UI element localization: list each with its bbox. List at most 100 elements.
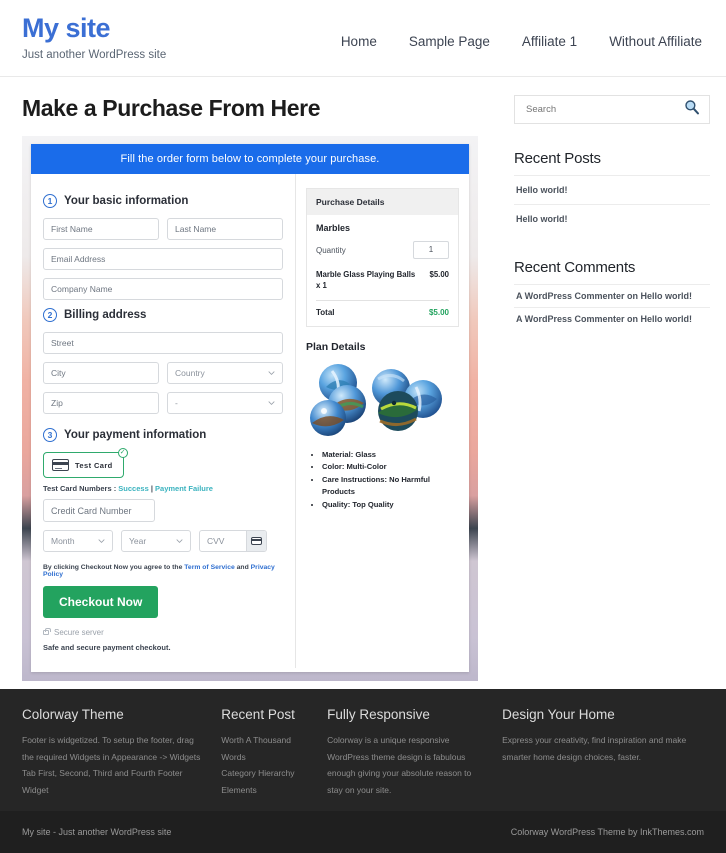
test-card-numbers-prefix: Test Card Numbers : <box>43 484 118 493</box>
checkout-now-button[interactable]: Checkout Now <box>43 586 158 618</box>
zip-input[interactable]: Zip <box>43 392 159 414</box>
step-1-label: Your basic information <box>64 195 188 207</box>
order-form-card: Fill the order form below to complete yo… <box>31 144 469 672</box>
credit-card-number-input[interactable]: Credit Card Number <box>43 499 155 522</box>
step-1-header: 1 Your basic information <box>43 194 283 208</box>
nav-item-affiliate-1[interactable]: Affiliate 1 <box>522 34 577 49</box>
nav-item-home[interactable]: Home <box>341 34 377 49</box>
order-form-body: 1 Your basic information First Name Last… <box>31 174 469 668</box>
chevron-down-icon <box>98 538 105 545</box>
street-input[interactable]: Street <box>43 332 283 354</box>
list-item[interactable]: A WordPress Commenter on Hello world! <box>514 284 710 307</box>
footer-widget-title: Colorway Theme <box>22 707 203 722</box>
order-summary: Purchase Details Marbles Quantity 1 Marb… <box>296 174 469 668</box>
sidebar: Recent Posts Hello world! Hello world! R… <box>500 77 726 356</box>
cvv-field[interactable]: CVV <box>199 530 267 552</box>
step-3-number: 3 <box>43 428 57 442</box>
footer-widgets: Colorway Theme Footer is widgetized. To … <box>0 689 726 811</box>
purchase-details-body: Marbles Quantity 1 Marble Glass Playing … <box>307 215 458 326</box>
expiry-year-value: Year <box>129 536 146 546</box>
cvv-help-button[interactable] <box>246 531 266 551</box>
order-form-fields: 1 Your basic information First Name Last… <box>31 174 296 668</box>
plan-bullet: Color: Multi-Color <box>322 461 459 473</box>
last-name-input[interactable]: Last Name <box>167 218 283 240</box>
list-item[interactable]: A WordPress Commenter on Hello world! <box>514 307 710 330</box>
test-card-failure-link[interactable]: Payment Failure <box>155 484 213 493</box>
quantity-input[interactable]: 1 <box>413 241 449 259</box>
lock-icon <box>43 630 49 635</box>
footer-widget-fully-responsive: Fully Responsive Colorway is a unique re… <box>327 707 502 797</box>
credit-card-icon <box>52 459 69 471</box>
secure-server-label: Secure server <box>54 628 104 637</box>
line-item-price: $5.00 <box>429 269 449 292</box>
plan-bullet: Care Instructions: No Harmful Products <box>322 474 459 498</box>
recent-comments-title: Recent Comments <box>514 259 710 276</box>
list-item[interactable]: Hello world! <box>514 175 710 204</box>
line-item-row: Marble Glass Playing Balls x 1 $5.00 <box>316 269 449 292</box>
state-select[interactable]: - <box>167 392 283 414</box>
footer-widget-text: Colorway is a unique responsive WordPres… <box>327 732 484 798</box>
footer-widget-title: Design Your Home <box>502 707 704 722</box>
test-card-numbers-note: Test Card Numbers : Success | Payment Fa… <box>43 484 283 493</box>
total-amount: $5.00 <box>429 308 449 317</box>
first-name-input[interactable]: First Name <box>43 218 159 240</box>
credit-card-icon <box>251 537 262 545</box>
chevron-down-icon <box>268 400 275 407</box>
chevron-down-icon <box>268 370 275 377</box>
list-item[interactable]: Category Hierarchy <box>221 765 309 782</box>
summary-divider <box>316 300 449 301</box>
step-2-label: Billing address <box>64 309 146 321</box>
test-card-tab-label: Test Card <box>75 461 113 470</box>
secure-server-note: Secure server <box>43 628 283 637</box>
city-country-row: City Country <box>43 362 283 392</box>
payment-method-tabs: Test Card ✓ <box>43 452 283 478</box>
footer-bar: My site - Just another WordPress site Co… <box>0 811 726 853</box>
site-title[interactable]: My site <box>22 14 322 44</box>
expiry-month-select[interactable]: Month <box>43 530 113 552</box>
search-input[interactable] <box>524 103 684 116</box>
step-2-number: 2 <box>43 308 57 322</box>
quantity-label: Quantity <box>316 246 346 255</box>
order-form-backdrop: Fill the order form below to complete yo… <box>22 136 478 681</box>
check-circle-icon: ✓ <box>118 448 128 458</box>
list-item[interactable]: Elements <box>221 782 309 799</box>
company-name-input[interactable]: Company Name <box>43 278 283 300</box>
quantity-row: Quantity 1 <box>316 241 449 259</box>
nav-item-sample-page[interactable]: Sample Page <box>409 34 490 49</box>
footer-site-credit: My site - Just another WordPress site <box>22 827 171 837</box>
magnifier-icon[interactable] <box>684 99 700 120</box>
card-expiry-row: Month Year <box>43 530 283 552</box>
footer-recent-post-list: Worth A Thousand Words Category Hierarch… <box>221 732 309 798</box>
test-card-tab[interactable]: Test Card ✓ <box>43 452 124 478</box>
recent-posts-list: Hello world! Hello world! <box>514 175 710 233</box>
site-branding[interactable]: My site Just another WordPress site <box>22 14 322 61</box>
order-form-banner: Fill the order form below to complete yo… <box>31 144 469 174</box>
footer-widget-title: Recent Post <box>221 707 309 722</box>
cvv-input[interactable]: CVV <box>200 536 246 546</box>
list-item[interactable]: Hello world! <box>514 204 710 233</box>
list-item[interactable]: Worth A Thousand Words <box>221 732 309 765</box>
email-input[interactable]: Email Address <box>43 248 283 270</box>
footer-theme-credit[interactable]: Colorway WordPress Theme by InkThemes.co… <box>511 827 704 837</box>
total-label: Total <box>316 308 335 317</box>
step-2-header: 2 Billing address <box>43 308 283 322</box>
plan-bullet: Material: Glass <box>322 449 459 461</box>
terms-of-service-link[interactable]: Term of Service <box>184 564 235 571</box>
zip-state-row: Zip - <box>43 392 283 422</box>
footer-widget-title: Fully Responsive <box>327 707 484 722</box>
page-wrapper: Make a Purchase From Here Fill the order… <box>0 77 726 689</box>
recent-posts-title: Recent Posts <box>514 150 710 167</box>
search-widget[interactable] <box>514 95 710 124</box>
nav-item-without-affiliate[interactable]: Without Affiliate <box>609 34 702 49</box>
test-card-success-link[interactable]: Success <box>118 484 148 493</box>
page-title: Make a Purchase From Here <box>22 95 500 122</box>
safe-checkout-note: Safe and secure payment checkout. <box>43 643 283 652</box>
country-select[interactable]: Country <box>167 362 283 384</box>
name-row: First Name Last Name <box>43 218 283 248</box>
product-name: Marbles <box>316 223 449 233</box>
city-input[interactable]: City <box>43 362 159 384</box>
expiry-year-select[interactable]: Year <box>121 530 191 552</box>
footer-widget-text: Express your creativity, find inspiratio… <box>502 732 704 765</box>
terms-notice: By clicking Checkout Now you agree to th… <box>43 564 283 578</box>
purchase-details-heading: Purchase Details <box>307 189 458 215</box>
